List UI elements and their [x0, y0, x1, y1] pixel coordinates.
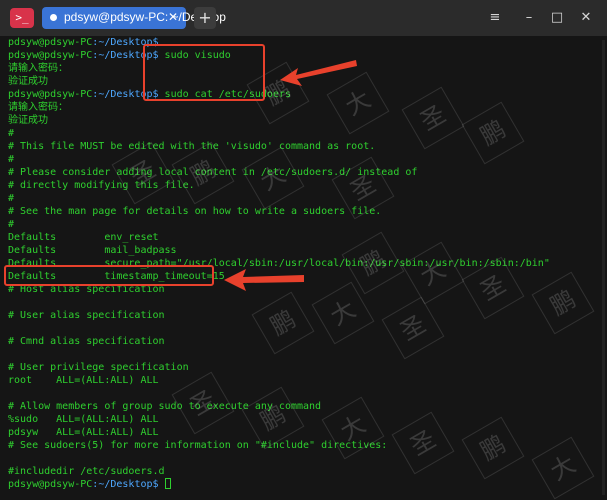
highlight-box-timestamp	[4, 265, 214, 286]
output-line: #	[8, 219, 15, 230]
output-line: pdsyw ALL=(ALL:ALL) ALL	[8, 427, 159, 438]
output-line: # Please consider adding local content i…	[8, 167, 418, 178]
maximize-button[interactable]: □	[546, 7, 568, 29]
menu-button[interactable]: ≡	[484, 7, 506, 29]
prompt-user: pdsyw@pdsyw-PC	[8, 50, 93, 61]
scrollbar[interactable]	[602, 40, 605, 495]
text-cursor	[164, 478, 171, 489]
minimize-button[interactable]: –	[518, 7, 540, 29]
output-line: # Cmnd alias specification	[8, 336, 165, 347]
prompt-user: pdsyw@pdsyw-PC	[8, 89, 93, 100]
output-line: Defaults env_reset	[8, 232, 159, 243]
output-line: # User privilege specification	[8, 362, 189, 373]
terminal-window: >_ pdsyw@pdsyw-PC: ~/Desktop ✕ + ≡ – □ ✕…	[0, 0, 607, 500]
annotation-arrow-icon	[280, 60, 357, 86]
prompt-line: pdsyw@pdsyw-PC:~/Desktop$	[8, 36, 604, 49]
output-line: # Allow members of group sudo to execute…	[8, 401, 322, 412]
prompt-path: :~/Desktop$	[92, 479, 159, 490]
prompt-line: pdsyw@pdsyw-PC:~/Desktop$	[8, 478, 604, 491]
output-line: # See the man page for details on how to…	[8, 206, 382, 217]
output-line: #	[8, 193, 15, 204]
close-button[interactable]: ✕	[575, 7, 597, 29]
tab-close-icon[interactable]: ✕	[166, 10, 180, 24]
output-line: #includedir /etc/sudoers.d	[8, 466, 165, 477]
new-tab-button[interactable]: +	[194, 7, 216, 29]
output-line: root ALL=(ALL:ALL) ALL	[8, 375, 159, 386]
prompt-user: pdsyw@pdsyw-PC	[8, 479, 93, 490]
output-line: Defaults mail_badpass	[8, 245, 177, 256]
title-bar: >_ pdsyw@pdsyw-PC: ~/Desktop ✕ + ≡ – □ ✕	[0, 0, 607, 36]
annotation-arrow-icon	[224, 269, 304, 291]
output-line: #	[8, 154, 15, 165]
output-line: %sudo ALL=(ALL:ALL) ALL	[8, 414, 159, 425]
highlight-box-commands	[143, 44, 265, 101]
terminal-app-icon[interactable]: >_	[10, 8, 34, 28]
output-line: # directly modifying this file.	[8, 180, 195, 191]
prompt-user: pdsyw@pdsyw-PC	[8, 37, 93, 48]
tab-terminal[interactable]: pdsyw@pdsyw-PC: ~/Desktop ✕	[42, 7, 226, 29]
tab-indicator-icon	[50, 14, 57, 21]
